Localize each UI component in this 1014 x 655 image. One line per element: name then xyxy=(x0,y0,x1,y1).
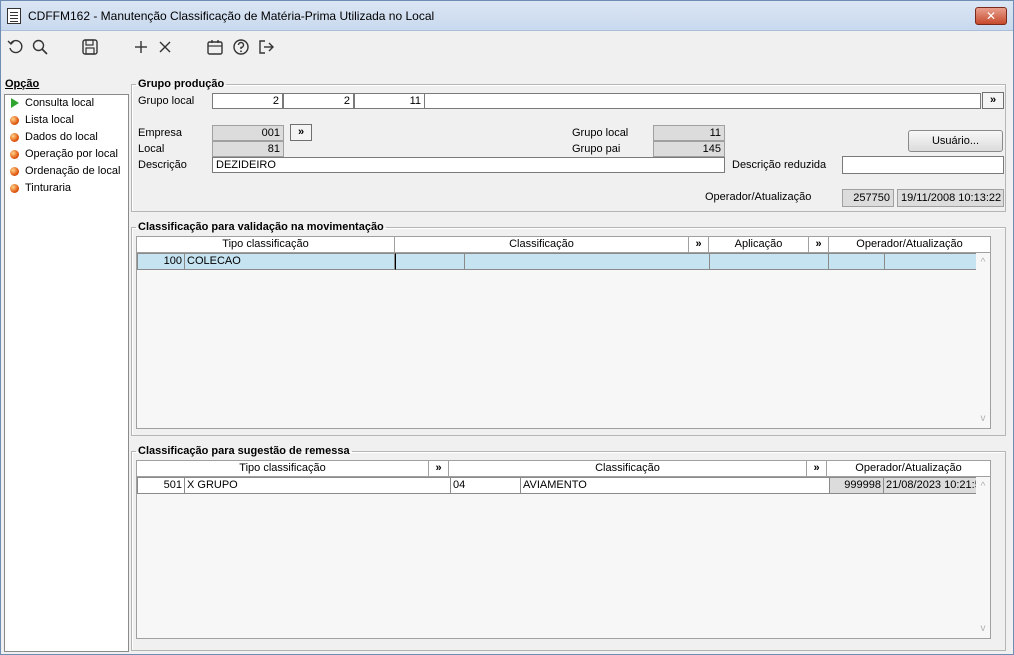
grupo-local-field-3[interactable]: 11 xyxy=(354,93,425,109)
sidebar-item-label: Operação por local xyxy=(25,148,118,160)
remessa-grid-header: Tipo classificação » Classificação » Ope… xyxy=(137,461,990,477)
local-label: Local xyxy=(138,143,165,155)
grupo-pai-field: 145 xyxy=(653,141,725,157)
grupo-pai-label: Grupo pai xyxy=(572,143,621,155)
scroll-down-icon[interactable]: v xyxy=(976,623,990,634)
validacao-scrollbar[interactable]: ^ v xyxy=(976,253,990,428)
grupo-producao-legend: Grupo produção xyxy=(138,78,225,90)
header-classificacao-lookup[interactable]: » xyxy=(689,237,709,253)
table-row[interactable]: 501 X GRUPO 04 AVIAMENTO 999998 21/08/20… xyxy=(137,477,978,494)
help-icon[interactable] xyxy=(231,37,251,57)
add-icon[interactable] xyxy=(131,37,151,57)
row-codigo[interactable]: 501 xyxy=(137,477,185,494)
sidebar-item-label: Ordenação de local xyxy=(25,165,121,177)
sidebar-item-consulta-local[interactable]: Consulta local xyxy=(5,95,128,112)
sidebar-item-operacao-por-local[interactable]: Operação por local xyxy=(5,146,128,163)
remessa-legend: Classificação para sugestão de remessa xyxy=(138,445,350,457)
bullet-icon xyxy=(10,133,19,142)
header-operador-atualizacao[interactable]: Operador/Atualização xyxy=(827,461,990,477)
empresa-label: Empresa xyxy=(138,127,183,139)
row-classificacao-descricao[interactable] xyxy=(465,253,710,270)
row-operador[interactable] xyxy=(829,253,885,270)
atualizacao-field: 19/11/2008 10:13:22 xyxy=(897,189,1004,207)
sidebar-item-label: Consulta local xyxy=(25,97,95,109)
grupo-local-ro-label: Grupo local xyxy=(572,127,629,139)
title-bar: CDFFM162 - Manutenção Classificação de M… xyxy=(1,1,1013,31)
operador-field: 257750 xyxy=(842,189,894,207)
grupo-local-field-2[interactable]: 2 xyxy=(283,93,354,109)
calendar-icon[interactable] xyxy=(205,37,225,57)
delete-icon[interactable] xyxy=(155,37,175,57)
sidebar-item-label: Dados do local xyxy=(25,131,98,143)
bullet-icon xyxy=(10,167,19,176)
sidebar-item-label: Tinturaria xyxy=(25,182,72,194)
grupo-local-description xyxy=(425,93,981,109)
empresa-field: 001 xyxy=(212,125,284,141)
row-atualizacao[interactable] xyxy=(885,253,978,270)
bullet-icon xyxy=(10,150,19,159)
empresa-lookup-button[interactable]: » xyxy=(290,124,312,141)
grupo-local-lookup-button[interactable]: » xyxy=(982,92,1004,109)
header-aplicacao-lookup[interactable]: » xyxy=(809,237,829,253)
sidebar-item-ordenacao-de-local[interactable]: Ordenação de local xyxy=(5,163,128,180)
table-row[interactable]: 100 COLECAO xyxy=(137,253,978,270)
search-icon[interactable] xyxy=(30,37,50,57)
header-operador-atualizacao[interactable]: Operador/Atualização xyxy=(829,237,990,253)
toolbar xyxy=(1,32,1013,62)
operador-atualizacao-label: Operador/Atualização xyxy=(705,191,812,203)
grupo-local-ro-field: 11 xyxy=(653,125,725,141)
remessa-grid: Tipo classificação » Classificação » Ope… xyxy=(136,460,991,639)
sidebar-item-label: Lista local xyxy=(25,114,74,126)
save-icon[interactable] xyxy=(80,37,100,57)
header-aplicacao[interactable]: Aplicação xyxy=(709,237,809,253)
validacao-grid: Tipo classificação Classificação » Aplic… xyxy=(136,236,991,429)
descricao-label: Descrição xyxy=(138,159,187,171)
bullet-icon xyxy=(10,184,19,193)
row-aplicacao[interactable] xyxy=(710,253,829,270)
grupo-local-label: Grupo local xyxy=(138,95,195,107)
sidebar-item-tinturaria[interactable]: Tinturaria xyxy=(5,180,128,197)
document-icon xyxy=(7,8,21,24)
row-tipo[interactable]: X GRUPO xyxy=(185,477,451,494)
descricao-reduzida-label: Descrição reduzida xyxy=(732,159,827,171)
descricao-field[interactable]: DEZIDEIRO xyxy=(212,157,725,173)
sidebar-options: Consulta local Lista local Dados do loca… xyxy=(4,94,129,652)
row-classificacao-codigo[interactable] xyxy=(395,253,465,270)
local-field: 81 xyxy=(212,141,284,157)
row-atualizacao: 21/08/2023 10:21:50 xyxy=(884,477,978,494)
header-classificacao-lookup[interactable]: » xyxy=(807,461,827,477)
grupo-local-field-1[interactable]: 2 xyxy=(212,93,283,109)
close-button[interactable]: ✕ xyxy=(975,7,1007,25)
scroll-up-icon[interactable]: ^ xyxy=(976,481,990,492)
header-classificacao[interactable]: Classificação xyxy=(395,237,689,253)
row-operador: 999998 xyxy=(830,477,884,494)
scroll-up-icon[interactable]: ^ xyxy=(976,257,990,268)
row-codigo[interactable]: 100 xyxy=(137,253,185,270)
validacao-legend: Classificação para validação na moviment… xyxy=(138,221,384,233)
window-title: CDFFM162 - Manutenção Classificação de M… xyxy=(28,9,435,23)
descricao-reduzida-field[interactable] xyxy=(842,156,1004,174)
header-tipo-classificacao[interactable]: Tipo classificação xyxy=(137,461,429,477)
row-classificacao-codigo[interactable]: 04 xyxy=(451,477,521,494)
row-classificacao-descricao[interactable]: AVIAMENTO xyxy=(521,477,830,494)
undo-icon[interactable] xyxy=(6,37,26,57)
header-classificacao[interactable]: Classificação xyxy=(449,461,807,477)
usuario-button[interactable]: Usuário... xyxy=(908,130,1003,152)
scroll-down-icon[interactable]: v xyxy=(976,413,990,424)
row-tipo[interactable]: COLECAO xyxy=(185,253,395,270)
header-tipo-lookup[interactable]: » xyxy=(429,461,449,477)
header-tipo-classificacao[interactable]: Tipo classificação xyxy=(137,237,395,253)
bullet-icon xyxy=(10,116,19,125)
sidebar-title: Opção xyxy=(5,78,40,90)
sidebar-item-lista-local[interactable]: Lista local xyxy=(5,112,128,129)
remessa-scrollbar[interactable]: ^ v xyxy=(976,477,990,638)
validacao-grid-header: Tipo classificação Classificação » Aplic… xyxy=(137,237,990,253)
arrow-right-icon xyxy=(11,98,19,108)
exit-icon[interactable] xyxy=(256,37,276,57)
sidebar-item-dados-do-local[interactable]: Dados do local xyxy=(5,129,128,146)
main-window: CDFFM162 - Manutenção Classificação de M… xyxy=(0,0,1014,655)
